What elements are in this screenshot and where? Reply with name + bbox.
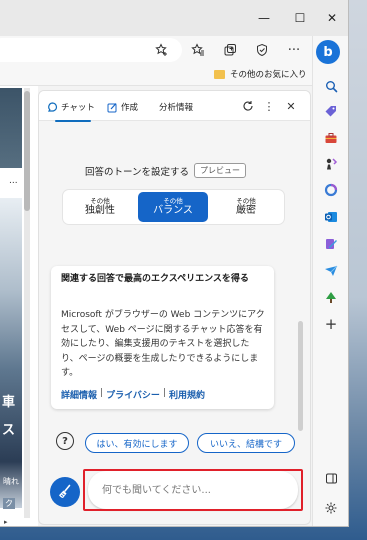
panel-scrollbar[interactable]	[298, 321, 303, 431]
card-body: Microsoft がブラウザーの Web コンテンツにアクセスして、Web ペ…	[61, 310, 265, 378]
tab-insights[interactable]: 分析情報	[159, 99, 193, 115]
page-image-main	[0, 198, 22, 508]
tab-compose[interactable]: 作成	[107, 99, 138, 115]
tone-creative-small: その他	[90, 197, 110, 205]
folder-icon	[214, 69, 225, 79]
tone-balanced-label: バランス	[153, 205, 193, 216]
enable-no-button[interactable]: いいえ、結構です	[197, 433, 295, 453]
panel-close-icon[interactable]: ✕	[283, 98, 299, 114]
page-content: ... 車 ス 晴れ ク ▸	[0, 86, 38, 526]
link-separator: |	[100, 388, 104, 398]
plus-icon[interactable]: +	[322, 315, 340, 333]
edit-icon[interactable]	[322, 235, 340, 253]
card-title: 関連する回答で最高のエクスペリエンスを得る	[61, 274, 249, 284]
tone-balanced-button[interactable]: その他 バランス	[138, 192, 208, 222]
tab-compose-label: 作成	[121, 103, 139, 113]
chat-input-container	[88, 471, 298, 509]
other-favorites-folder[interactable]: その他のお気に入り	[214, 66, 307, 82]
tab-insights-label: 分析情報	[159, 103, 194, 113]
send-icon[interactable]	[322, 262, 340, 280]
circle-icon[interactable]	[322, 181, 340, 199]
outlook-icon[interactable]	[322, 208, 340, 226]
chess-icon[interactable]	[322, 155, 340, 173]
preview-badge: プレビュー	[194, 163, 247, 178]
new-topic-button[interactable]	[50, 477, 80, 507]
more-options-icon[interactable]: ···	[284, 40, 304, 60]
favorites-icon[interactable]	[188, 40, 208, 60]
tone-creative-button[interactable]: その他 独創性	[65, 192, 135, 222]
minimize-button[interactable]: —	[247, 0, 281, 36]
collections-icon[interactable]	[220, 40, 240, 60]
other-favorites-label: その他のお気に入り	[230, 70, 307, 80]
tag-icon[interactable]	[322, 102, 340, 120]
tone-setting-label: 回答のトーンを設定する プレビュー	[85, 163, 247, 178]
tone-label-text: 回答のトーンを設定する	[85, 166, 190, 178]
refresh-icon[interactable]	[240, 98, 256, 114]
tone-precise-small: その他	[236, 197, 256, 205]
chat-icon	[47, 101, 58, 112]
link-separator: |	[162, 388, 166, 398]
page-headline-fragment-2: ス	[2, 423, 16, 438]
broom-icon	[59, 484, 71, 498]
panel-more-icon[interactable]: ⋮	[261, 98, 277, 114]
sidebar-toggle-icon[interactable]	[322, 469, 340, 487]
page-label-fragment: ク	[3, 498, 15, 509]
browser-window: — ☐ ✕ ··· その他のお気に入り ... 車 ス 晴れ ク ▸ チャット …	[0, 0, 349, 527]
page-more-dots[interactable]: ...	[9, 176, 18, 186]
enable-yes-button[interactable]: はい、有効にします	[85, 433, 189, 453]
tree-icon[interactable]	[322, 289, 340, 307]
maximize-button[interactable]: ☐	[283, 0, 317, 36]
tab-chat[interactable]: チャット	[47, 99, 95, 122]
chat-input[interactable]	[102, 480, 282, 500]
page-arrow-fragment[interactable]: ▸	[4, 518, 8, 526]
page-headline-fragment-1: 車	[2, 395, 16, 410]
browser-essentials-icon[interactable]	[252, 40, 272, 60]
tab-chat-label: チャット	[61, 103, 95, 113]
tone-balanced-small: その他	[163, 197, 183, 205]
compose-icon	[107, 102, 117, 112]
copilot-panel: チャット 作成 分析情報 ⋮ ✕ 回答のトーンを設定する プレビュー その他 独…	[38, 90, 311, 525]
add-favorite-icon[interactable]	[152, 40, 172, 60]
edge-sidebar: +	[312, 36, 348, 526]
bing-icon[interactable]: b	[316, 40, 340, 64]
page-scrollbar-thumb[interactable]	[24, 91, 30, 211]
terms-link[interactable]: 利用規約	[169, 388, 205, 401]
page-access-card: 関連する回答で最高のエクスペリエンスを得る Microsoft がブラウザーの …	[51, 266, 274, 409]
tone-selector: その他 独創性 その他 バランス その他 厳密	[63, 190, 284, 224]
card-links: 詳細情報 | プライバシー | 利用規約	[61, 388, 266, 401]
search-icon[interactable]	[322, 77, 340, 95]
tone-precise-label: 厳密	[236, 205, 256, 216]
toolbox-icon[interactable]	[322, 129, 340, 147]
learn-more-link[interactable]: 詳細情報	[61, 388, 97, 401]
settings-icon[interactable]	[322, 499, 340, 517]
close-window-button[interactable]: ✕	[315, 0, 348, 36]
privacy-link[interactable]: プライバシー	[106, 388, 160, 401]
tone-creative-label: 独創性	[85, 205, 115, 216]
page-image-top	[0, 88, 22, 168]
tone-precise-button[interactable]: その他 厳密	[211, 192, 281, 222]
help-icon[interactable]: ?	[56, 432, 74, 450]
page-weather-fragment: 晴れ	[3, 477, 19, 486]
